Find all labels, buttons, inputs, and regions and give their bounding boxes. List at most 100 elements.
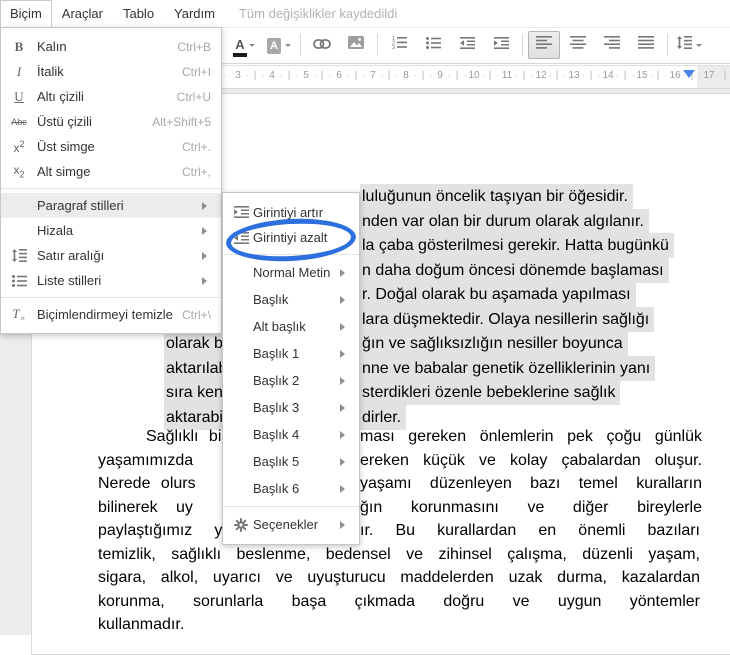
- menu-item-label: Başlık: [253, 292, 289, 307]
- increase-indent-button[interactable]: [485, 31, 517, 59]
- insert-link-icon: [313, 36, 331, 54]
- menu-item-ustu-cizili[interactable]: Abc Üstü çizili Alt+Shift+5: [1, 109, 221, 134]
- menu-item-baslik-5[interactable]: Başlık 5: [223, 448, 359, 475]
- line-spacing-button[interactable]: [673, 31, 706, 59]
- menu-item-shortcut: Alt+Shift+5: [152, 114, 211, 129]
- ruler-tick: ·: [631, 70, 635, 81]
- ruler-tick: |: [421, 70, 425, 81]
- ruler-tick: |: [253, 70, 257, 81]
- ruler-tick: 9: [437, 70, 443, 81]
- menu-item-alt-simge[interactable]: x2 Alt simge Ctrl+,: [1, 159, 221, 184]
- decrease-indent-icon: [459, 36, 475, 54]
- separator: [377, 34, 378, 56]
- ruler-tick: ·: [261, 70, 265, 81]
- menu-item-bicimlendirmeyi-temizle[interactable]: T× Biçimlendirmeyi temizle Ctrl+\: [1, 302, 221, 327]
- increase-indent-icon: [229, 206, 253, 218]
- bullet-list-button[interactable]: [417, 31, 449, 59]
- text-color-button[interactable]: A: [229, 31, 261, 59]
- menu-item-baslik[interactable]: Başlık: [223, 286, 359, 313]
- ruler-tick: 14: [602, 70, 614, 81]
- menu-item-alti-cizili[interactable]: U Altı çizili Ctrl+U: [1, 84, 221, 109]
- ruler-tick: ·: [380, 70, 384, 81]
- ruler-tick: 8: [403, 70, 409, 81]
- submenu-arrow-icon: [340, 376, 349, 385]
- text-color-icon: A: [235, 37, 245, 52]
- insert-link-button[interactable]: [306, 31, 338, 59]
- menu-item-label: Üstü çizili: [37, 114, 92, 129]
- submenu-arrow-icon: [340, 322, 349, 331]
- highlight-color-icon: A: [267, 36, 281, 54]
- ruler-tick: ·: [563, 70, 567, 81]
- ruler-tick: 15: [636, 70, 648, 81]
- numbered-list-button[interactable]: 123: [383, 31, 415, 59]
- menu-item-ust-simge[interactable]: x2 Üst simge Ctrl+.: [1, 134, 221, 159]
- ruler-tick: ·: [597, 70, 601, 81]
- menu-tablo[interactable]: Tablo: [113, 0, 164, 27]
- ruler-tick: ·: [581, 70, 585, 81]
- ruler-tick: ·: [328, 70, 332, 81]
- submenu-arrow-icon: [202, 251, 211, 260]
- menu-item-secenekler[interactable]: Seçenekler: [223, 511, 359, 538]
- menu-item-label: Hizala: [37, 223, 74, 238]
- separator: [1, 188, 221, 189]
- menu-item-baslik-2[interactable]: Başlık 2: [223, 367, 359, 394]
- menu-item-label: Satır aralığı: [37, 248, 105, 263]
- menu-item-baslik-6[interactable]: Başlık 6: [223, 475, 359, 502]
- submenu-arrow-icon: [202, 201, 211, 210]
- menu-item-label: Alt başlık: [253, 319, 306, 334]
- ruler-tick: 16: [669, 70, 681, 81]
- menu-bicim[interactable]: Biçim: [0, 0, 52, 27]
- ruler-tick: ·: [514, 70, 518, 81]
- align-right-button[interactable]: [596, 31, 628, 59]
- menu-item-shortcut: Ctrl+U: [176, 89, 211, 104]
- menu-item-label: Seçenekler: [253, 517, 319, 532]
- menu-item-paragraf-stilleri[interactable]: Paragraf stilleri: [1, 193, 221, 218]
- menu-item-hizala[interactable]: Hizala: [1, 218, 221, 243]
- menu-item-label: Liste stilleri: [37, 273, 102, 288]
- submenu-arrow-icon: [202, 276, 211, 285]
- ruler-tick: ·: [395, 70, 399, 81]
- right-indent-marker[interactable]: [683, 70, 695, 84]
- menu-item-baslik-1[interactable]: Başlık 1: [223, 340, 359, 367]
- ruler-tick: |: [488, 70, 492, 81]
- menu-item-liste-stilleri[interactable]: Liste stilleri: [1, 268, 221, 293]
- decrease-indent-button[interactable]: [451, 31, 483, 59]
- align-center-button[interactable]: [562, 31, 594, 59]
- line-spacing-icon: [1, 249, 37, 262]
- menu-item-normal-metin[interactable]: Normal Metin: [223, 259, 359, 286]
- menu-yardim[interactable]: Yardım: [164, 0, 225, 27]
- submenu-arrow-icon: [340, 268, 349, 277]
- menu-araclar[interactable]: Araçlar: [52, 0, 113, 27]
- ruler-tick: 13: [568, 70, 580, 81]
- menu-item-label: Başlık 2: [253, 373, 300, 388]
- align-left-button[interactable]: [528, 31, 560, 59]
- underline-icon: U: [14, 88, 24, 104]
- insert-image-button[interactable]: [340, 31, 372, 59]
- menu-item-label: Başlık 5: [253, 454, 300, 469]
- menubar: Biçim Araçlar Tablo Yardım Tüm değişiklikle…: [0, 0, 730, 28]
- dropdown-caret-icon: [284, 44, 291, 50]
- menu-item-label: Başlık 3: [253, 400, 300, 415]
- ruler-tick: |: [656, 70, 660, 81]
- dropdown-caret-icon: [696, 44, 702, 50]
- menu-item-satir-araligi[interactable]: Satır aralığı: [1, 243, 221, 268]
- submenu-arrow-icon: [340, 457, 349, 466]
- menu-item-italik[interactable]: I İtalik Ctrl+I: [1, 59, 221, 84]
- menu-item-alt-baslik[interactable]: Alt başlık: [223, 313, 359, 340]
- menu-item-label: İtalik: [37, 64, 64, 79]
- menu-item-kalin[interactable]: B Kalın Ctrl+B: [1, 34, 221, 59]
- ruler-tick: ·: [447, 70, 451, 81]
- menu-item-baslik-4[interactable]: Başlık 4: [223, 421, 359, 448]
- menu-item-label: Alt simge: [37, 164, 91, 179]
- ruler-tick: |: [555, 70, 559, 81]
- menu-item-label: Altı çizili: [37, 89, 84, 104]
- list-styles-icon: [1, 274, 37, 287]
- align-justify-button[interactable]: [630, 31, 662, 59]
- line-spacing-icon: [677, 36, 692, 54]
- highlight-color-button[interactable]: A: [263, 31, 295, 59]
- menu-item-label: Girintiyi artır: [253, 204, 324, 220]
- separator: [522, 34, 523, 56]
- ruler-tick: ·: [463, 70, 467, 81]
- menu-item-baslik-3[interactable]: Başlık 3: [223, 394, 359, 421]
- superscript-icon: x2: [13, 138, 25, 155]
